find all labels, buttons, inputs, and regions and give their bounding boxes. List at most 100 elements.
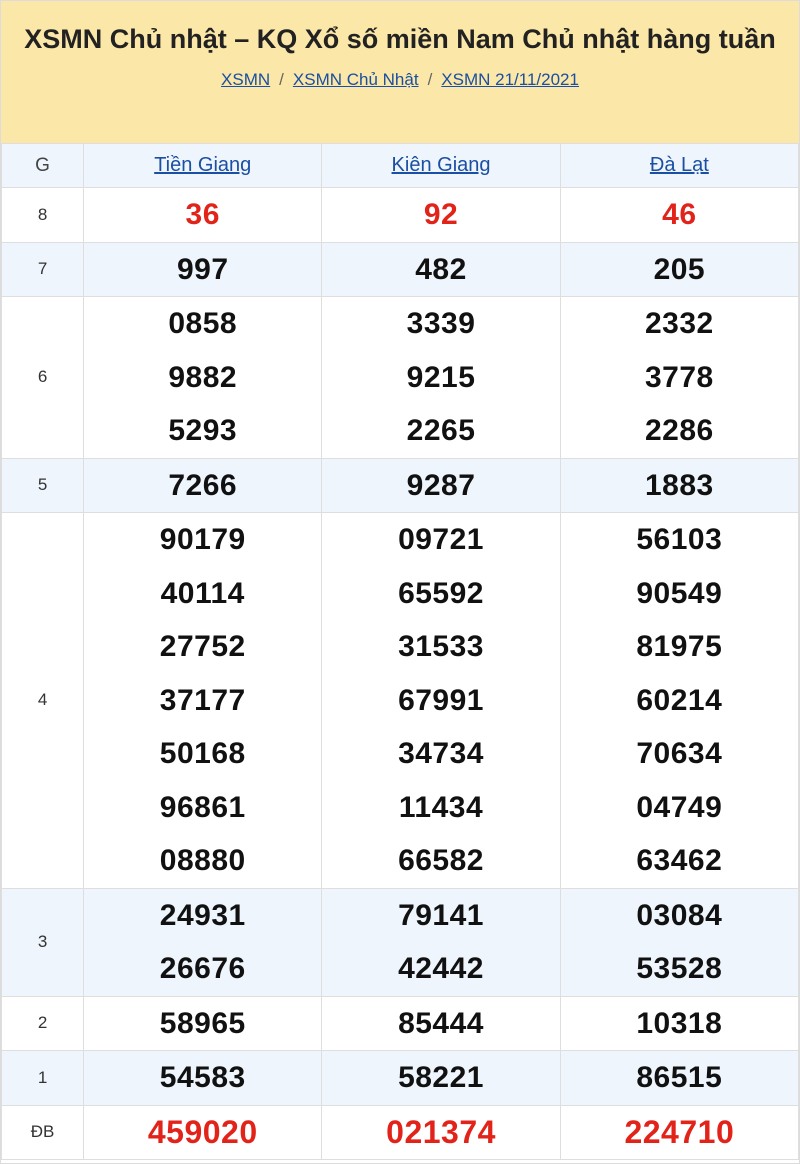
result-number: 92 [423, 198, 459, 231]
result-number: 205 [653, 252, 706, 286]
result-cell: 2332 3778 2286 [559, 296, 800, 459]
result-number: 26676 [159, 952, 246, 985]
result-cell: 9287 [321, 457, 561, 513]
results-header: XSMN Chủ nhật – KQ Xổ số miền Nam Chủ nh… [1, 1, 799, 143]
table-row: 8 36 92 46 [0, 187, 800, 243]
result-number: 81975 [636, 630, 723, 663]
result-number: 42442 [398, 952, 484, 985]
result-number: 459020 [147, 1113, 258, 1150]
breadcrumb: XSMN / XSMN Chủ Nhật / XSMN 21/11/2021 [1, 70, 799, 90]
result-number: 3778 [644, 360, 714, 394]
result-number: 46 [662, 198, 697, 231]
table-header-row: G Tiền Giang Kiên Giang Đà Lạt [0, 143, 800, 188]
result-number: 31533 [398, 630, 484, 663]
result-number: 08880 [159, 844, 246, 877]
result-number: 27752 [159, 630, 246, 663]
result-number: 11434 [398, 790, 484, 824]
result-number: 7266 [168, 468, 238, 502]
result-number: 58965 [159, 1006, 246, 1040]
result-cell: 7266 [83, 457, 323, 513]
table-row: 1 54583 58221 86515 [0, 1050, 800, 1106]
result-number: 40114 [160, 576, 245, 610]
province-link-tien-giang[interactable]: Tiền Giang [154, 154, 251, 176]
province-header: Đà Lạt [559, 143, 800, 188]
result-number: 9882 [168, 360, 238, 394]
province-header: Tiền Giang [83, 143, 323, 188]
result-number: 56103 [636, 523, 723, 556]
result-cell: 09721 65592 31533 67991 34734 11434 66582 [321, 512, 561, 889]
table-row: 4 90179 40114 27752 37177 50168 96861 08880 0972… [0, 512, 800, 889]
result-cell: 10318 [559, 995, 800, 1051]
result-number: 9287 [406, 468, 476, 502]
table-row: 7 997 482 205 [0, 241, 800, 297]
result-number: 90179 [159, 523, 246, 556]
prize-label: ĐB [0, 1104, 85, 1160]
result-cell: 36 [83, 187, 323, 243]
result-cell: 1883 [559, 457, 800, 513]
province-link-da-lat[interactable]: Đà Lạt [650, 154, 709, 176]
result-number: 2286 [644, 414, 714, 447]
prize-column-header: G [0, 143, 85, 188]
result-cell: 90179 40114 27752 37177 50168 96861 08880 [83, 512, 323, 889]
result-cell: 03084 53528 [559, 887, 800, 997]
prize-label: 3 [0, 887, 85, 997]
result-number: 04749 [636, 790, 723, 824]
result-number: 2265 [406, 414, 476, 447]
result-number: 03084 [636, 898, 723, 932]
result-number: 2332 [644, 307, 714, 340]
result-cell: 24931 26676 [83, 887, 323, 997]
result-number: 58221 [398, 1061, 484, 1094]
breadcrumb-link-xsmn-chu-nhat[interactable]: XSMN Chủ Nhật [293, 70, 419, 89]
result-cell: 58965 [83, 995, 323, 1051]
result-number: 96861 [159, 790, 246, 824]
table-row: ĐB 459020 021374 224710 [0, 1104, 800, 1160]
result-number: 65592 [398, 576, 484, 610]
breadcrumb-separator: / [427, 70, 433, 89]
breadcrumb-link-xsmn[interactable]: XSMN [221, 70, 270, 89]
result-number: 63462 [636, 844, 723, 877]
result-cell: 86515 [559, 1050, 800, 1106]
table-row: 5 7266 9287 1883 [0, 457, 800, 513]
result-cell: 58221 [321, 1050, 561, 1106]
breadcrumb-link-xsmn-date[interactable]: XSMN 21/11/2021 [441, 70, 579, 89]
result-number: 67991 [398, 683, 484, 717]
result-number: 482 [415, 252, 467, 286]
results-table: G Tiền Giang Kiên Giang Đà Lạt 8 36 92 46 7 9… [0, 143, 800, 1160]
result-number: 90549 [636, 576, 723, 610]
result-number: 53528 [636, 952, 723, 985]
result-number: 10318 [636, 1006, 723, 1040]
result-number: 9215 [406, 360, 476, 394]
province-link-kien-giang[interactable]: Kiên Giang [392, 154, 491, 176]
result-number: 5293 [168, 414, 238, 447]
result-cell: 56103 90549 81975 60214 70634 04749 63462 [559, 512, 800, 889]
result-cell: 021374 [321, 1104, 561, 1160]
results-body: 8 36 92 46 7 997 482 205 6 0858 9882 5293 3339 9215 22… [0, 187, 800, 1160]
prize-label: 4 [0, 512, 85, 889]
result-cell: 482 [321, 241, 561, 297]
result-cell: 0858 9882 5293 [83, 296, 323, 459]
result-cell: 79141 42442 [321, 887, 561, 997]
table-row: 3 24931 26676 79141 42442 03084 53528 [0, 887, 800, 997]
result-cell: 224710 [559, 1104, 800, 1160]
result-cell: 85444 [321, 995, 561, 1051]
result-number: 54583 [159, 1061, 246, 1094]
result-number: 85444 [398, 1006, 484, 1040]
result-number: 021374 [386, 1113, 496, 1150]
result-number: 37177 [159, 683, 246, 717]
result-number: 70634 [636, 737, 723, 770]
result-number: 09721 [398, 523, 484, 556]
province-header: Kiên Giang [321, 143, 561, 188]
prize-label: 1 [0, 1050, 85, 1106]
result-number: 997 [176, 252, 229, 286]
table-row: 6 0858 9882 5293 3339 9215 2265 2332 3778 2286 [0, 296, 800, 459]
prize-label: 8 [0, 187, 85, 243]
results-panel: XSMN Chủ nhật – KQ Xổ số miền Nam Chủ nh… [0, 0, 800, 1164]
result-number: 24931 [159, 898, 246, 932]
result-number: 60214 [636, 683, 723, 717]
result-number: 3339 [406, 307, 476, 340]
page-title: XSMN Chủ nhật – KQ Xổ số miền Nam Chủ nh… [24, 24, 776, 54]
result-cell: 205 [559, 241, 800, 297]
breadcrumb-separator: / [279, 70, 284, 89]
result-cell: 459020 [83, 1104, 323, 1160]
result-number: 34734 [398, 737, 484, 770]
